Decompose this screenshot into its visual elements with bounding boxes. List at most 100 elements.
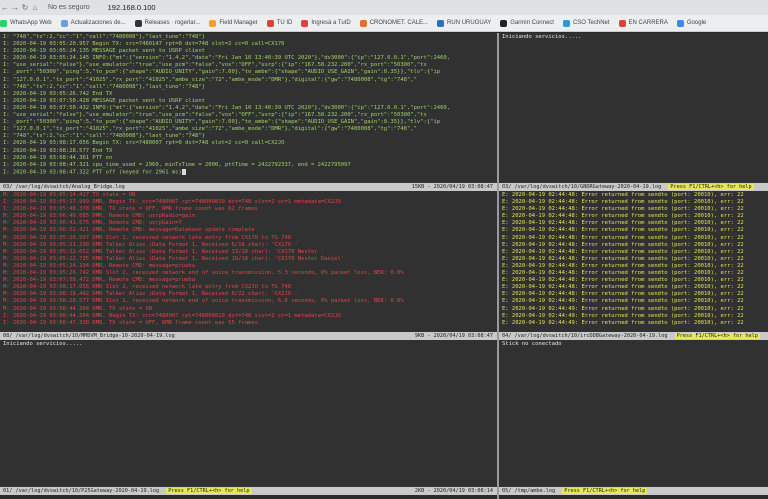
forward-icon[interactable]: → — [10, 3, 20, 12]
log-line: M: 2020-04-19 03:05:26.742 DMR Slot 2, r… — [3, 270, 404, 277]
bookmark-favicon-icon — [500, 19, 508, 27]
bookmark-item[interactable]: TU ID — [266, 19, 293, 27]
bookmark-item[interactable]: EN CARRERA — [618, 19, 668, 27]
back-icon[interactable]: ← — [0, 3, 10, 12]
log-line: E: 2020-04-19 02:44:48: Error returned f… — [502, 241, 744, 248]
log-line: E: 2020-04-19 02:44:48: Error returned f… — [502, 234, 744, 241]
pane-top-left-log: I: "748","ts":2,"cc":"1","call":"7480008… — [0, 33, 497, 177]
bookmark-label: RUN URUGUAY — [447, 20, 492, 26]
bookmark-label: Releases · rogerlar... — [144, 20, 201, 26]
bookmark-label: CSO TechNet — [572, 20, 610, 26]
bookmark-label: EN CARRERA — [628, 20, 668, 26]
log-line: E: 2020-04-19 02:44:48: Error returned f… — [502, 227, 744, 234]
pane-bottom-right[interactable]: Stick no conectado — [499, 340, 768, 487]
pane-bottom-left-log: Iniciando servicios..... — [0, 340, 497, 349]
log-line: I: 2020-04-19 03:08:47.322 PTT off (keye… — [3, 168, 494, 177]
pane-top-right[interactable]: Iniciando servicios..... — [499, 33, 768, 183]
log-line: I: 2020-04-19 03:05:17.999 DMR, Begin TX… — [3, 199, 341, 206]
status-bar-p25-gateway: 01/ /var/log/dvswitch/10/P25Gateway-2020… — [0, 487, 497, 495]
log-line: M: 2020-04-19 03:05:20.997 DMR Slot 2, r… — [3, 234, 292, 241]
bookmark-favicon-icon — [562, 19, 570, 27]
log-line: M: 2020-04-19 03:06:41.675 DMR, Remote C… — [3, 220, 182, 227]
bookmark-favicon-icon — [437, 19, 445, 27]
log-line: M: 2020-04-19 03:06:40.685 DMR, Remote C… — [3, 213, 196, 220]
bookmark-favicon-icon — [134, 19, 142, 27]
pane-bottom-right-log: Stick no conectado — [499, 340, 768, 349]
status-file-path: 04/ /var/log/dvswitch/10/ircDDBGateway-2… — [502, 333, 668, 339]
bookmark-favicon-icon — [0, 19, 7, 27]
bookmark-item[interactable]: Ingresá a TuID — [301, 19, 351, 27]
log-line: E: 2020-04-19 02:44:49: Error returned f… — [502, 319, 744, 326]
bookmark-favicon-icon — [266, 19, 274, 27]
log-line: I: 2020-04-19 03:05:20.957 Begin TX: src… — [3, 41, 285, 48]
text-cursor — [181, 168, 186, 175]
pane-mid-right-log: E: 2020-04-19 02:44:48: Error returned f… — [499, 191, 768, 328]
log-line: E: 2020-04-19 02:44:48: Error returned f… — [502, 199, 744, 206]
log-line: I: "use_serial":"false"},"use_emulator":… — [3, 62, 427, 69]
log-line: E: 2020-04-19 02:44:49: Error returned f… — [502, 312, 744, 319]
log-line: E: 2020-04-19 02:44:48: Error returned f… — [502, 192, 744, 198]
pane-bottom-left[interactable]: Iniciando servicios..... — [0, 340, 497, 487]
log-line: I: "127.0.0.1","tx_port":"41025","rx_por… — [3, 126, 417, 133]
bookmark-item[interactable]: CSO TechNet — [562, 19, 610, 27]
bookmark-item[interactable]: RUN URUGUAY — [437, 19, 492, 27]
log-line: E: 2020-04-19 02:44:48: Error returned f… — [502, 255, 744, 262]
log-line: M: 2020-04-19 03:05:22.735 DMR Talker Al… — [3, 255, 345, 262]
log-line: I: 2020-04-19 03:08:28.577 End TX — [3, 147, 113, 154]
log-line: M: 2020-04-19 03:05:22.052 DMR Talker Al… — [3, 248, 325, 255]
log-line: E: 2020-04-19 02:44:48: Error returned f… — [502, 213, 744, 220]
log-line: I: "748","ts":2,"cc":"1","call":"7480008… — [3, 34, 205, 40]
log-line: I: 2020-04-19 03:07:50.428 MESSAGE packe… — [3, 97, 205, 104]
log-line: E: 2020-04-19 02:44:49: Error returned f… — [502, 298, 744, 305]
log-line: I: 2020-04-19 03:08:47.321 cpu_time_used… — [3, 161, 351, 168]
help-hint: Press F1/CTRL+<h> for help — [668, 184, 754, 190]
address-bar: ← → ↻ ⌂ No es seguro 192.168.0.100 — [0, 0, 768, 15]
pane-top-left[interactable]: I: "748","ts":2,"cc":"1","call":"7480008… — [0, 33, 497, 183]
status-file-size: 9KB - 2020/04/19 03:08:47 — [414, 333, 493, 339]
log-line: I: "use_serial":"false"},"use_emulator":… — [3, 112, 427, 119]
log-line: E: 2020-04-19 02:44:48: Error returned f… — [502, 291, 744, 298]
log-line: Stick no conectado — [502, 341, 562, 347]
log-line: I: 2020-04-19 03:08:47.330 DMR, TX state… — [3, 319, 258, 326]
log-line: M: 2020-04-19 03:08:17.056 DMR Slot 2, r… — [3, 284, 292, 291]
status-file-path: 03/ /var/log/dvswitch/Analog_Bridge.log — [3, 184, 125, 190]
pane-mid-left[interactable]: M: 2020-04-19 03:05:14.427 TX state = ON… — [0, 191, 497, 332]
bookmark-label: CRONOMET. CALE... — [369, 20, 429, 26]
security-label[interactable]: No es seguro — [48, 4, 90, 11]
status-file-path: 03/ /var/log/dvswitch/10/GNDRGateway-202… — [502, 184, 662, 190]
bookmark-favicon-icon — [301, 19, 309, 27]
log-line: M: 2020-04-19 03:07:50.472 DMR, Remote C… — [3, 277, 196, 284]
bookmark-item[interactable]: Google — [676, 19, 707, 27]
bookmark-item[interactable]: Field Manager — [209, 19, 258, 27]
bookmark-favicon-icon — [359, 19, 367, 27]
status-bar-ircddb-gateway: 04/ /var/log/dvswitch/10/ircDDBGateway-2… — [499, 332, 768, 340]
log-line: M: 2020-04-19 03:05:14.427 TX state = ON — [3, 192, 136, 198]
log-line: I: "748","ts":2,"cc":"1","call":"7480008… — [3, 83, 205, 90]
log-line: I: "127.0.0.1","tx_port":"41025","rx_por… — [3, 76, 417, 83]
help-hint: Press F1/CTRL+<h> for help — [562, 488, 648, 494]
status-bar-dmr-gateway: 03/ /var/log/dvswitch/10/GNDRGateway-202… — [499, 183, 768, 191]
bookmark-item[interactable]: Actualizaciones de... — [60, 19, 126, 27]
bookmark-item[interactable]: Releases · rogerlar... — [134, 19, 201, 27]
home-icon[interactable]: ⌂ — [30, 3, 40, 12]
url-field[interactable]: 192.168.0.100 — [108, 3, 156, 12]
status-file-path: 08/ /var/log/dvswitch/10/MMDVM_Bridge-10… — [3, 333, 175, 339]
pane-mid-right[interactable]: E: 2020-04-19 02:44:48: Error returned f… — [499, 191, 768, 332]
log-line: I: 2020-04-19 03:05:48.378 DMR, TX state… — [3, 206, 258, 213]
bookmark-item[interactable]: WhatsApp Web — [0, 19, 52, 27]
log-line: I: 2020-04-19 03:08:44.361 PTT on — [3, 154, 113, 161]
bookmark-item[interactable]: CRONOMET. CALE... — [359, 19, 429, 27]
status-file-size: 2KB - 2020/04/19 03:08:14 — [414, 488, 493, 494]
bookmark-label: TU ID — [276, 20, 293, 26]
status-file-size: 15KB - 2020/04/19 03:08:47 — [411, 184, 493, 190]
bookmark-favicon-icon — [60, 19, 68, 27]
log-line: E: 2020-04-19 02:44:48: Error returned f… — [502, 284, 744, 291]
vertical-divider[interactable] — [497, 33, 499, 499]
bookmarks-bar: WhatsApp Web Actualizaciones de... Release… — [0, 15, 768, 32]
bookmark-label: Google — [686, 20, 707, 26]
bookmark-label: Garmin Connect — [510, 20, 554, 26]
reload-icon[interactable]: ↻ — [20, 3, 30, 12]
log-line: E: 2020-04-19 02:44:48: Error returned f… — [502, 262, 744, 269]
bookmark-item[interactable]: Garmin Connect — [500, 19, 554, 27]
pane-mid-left-log: M: 2020-04-19 03:05:14.427 TX state = ON… — [0, 191, 497, 328]
